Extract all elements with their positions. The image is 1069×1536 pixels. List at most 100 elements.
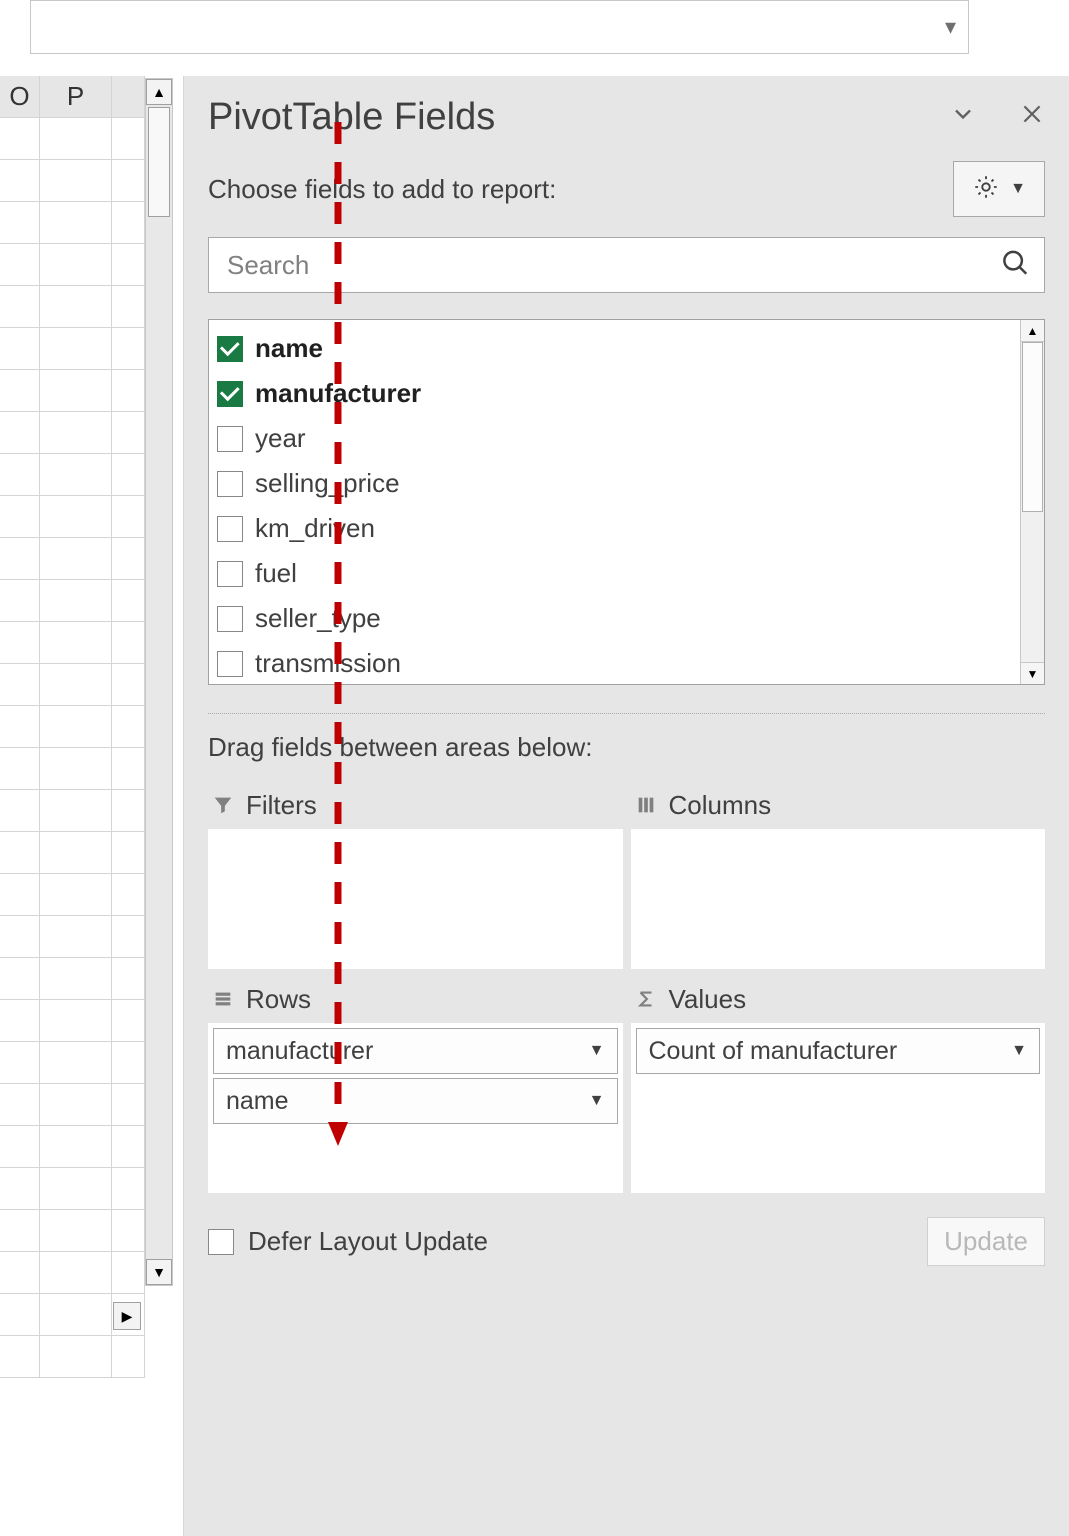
cell[interactable]	[112, 832, 145, 874]
cell[interactable]	[0, 412, 40, 454]
cell[interactable]	[40, 328, 112, 370]
field-item-selling_price[interactable]: selling_price	[217, 461, 1020, 506]
cell[interactable]	[0, 706, 40, 748]
cell[interactable]	[40, 664, 112, 706]
column-header-next[interactable]	[112, 76, 145, 118]
cell[interactable]	[0, 1168, 40, 1210]
sheet-row[interactable]	[0, 1168, 145, 1210]
cell[interactable]	[112, 1210, 145, 1252]
filters-dropzone[interactable]	[208, 829, 623, 969]
search-input[interactable]	[209, 238, 1044, 292]
cell[interactable]	[0, 874, 40, 916]
field-item-name[interactable]: name	[217, 326, 1020, 371]
cell[interactable]	[112, 1000, 145, 1042]
search-box[interactable]	[208, 237, 1045, 293]
field-item-seller_type[interactable]: seller_type	[217, 596, 1020, 641]
cell[interactable]	[0, 1084, 40, 1126]
field-checkbox[interactable]	[217, 516, 243, 542]
field-checkbox[interactable]	[217, 336, 243, 362]
cell[interactable]	[0, 496, 40, 538]
cell[interactable]	[112, 244, 145, 286]
cell[interactable]	[112, 790, 145, 832]
scroll-right-icon[interactable]: ▶	[113, 1302, 141, 1330]
field-list-scrollbar[interactable]: ▲ ▼	[1020, 320, 1044, 684]
cell[interactable]	[40, 370, 112, 412]
cell[interactable]	[40, 1126, 112, 1168]
cell[interactable]	[112, 286, 145, 328]
cell[interactable]	[0, 916, 40, 958]
cell[interactable]	[0, 748, 40, 790]
cell[interactable]	[112, 1168, 145, 1210]
sheet-row[interactable]	[0, 622, 145, 664]
scroll-thumb[interactable]	[148, 107, 170, 217]
sheet-row[interactable]	[0, 244, 145, 286]
scroll-up-icon[interactable]: ▲	[1021, 320, 1044, 342]
cell[interactable]	[112, 370, 145, 412]
values-dropzone[interactable]: Count of manufacturer▼	[631, 1023, 1046, 1193]
cell[interactable]	[40, 202, 112, 244]
cell[interactable]	[112, 538, 145, 580]
cell[interactable]	[40, 1084, 112, 1126]
field-checkbox[interactable]	[217, 606, 243, 632]
scroll-down-icon[interactable]: ▼	[146, 1259, 172, 1285]
cell[interactable]	[40, 1000, 112, 1042]
caret-down-icon[interactable]: ▼	[589, 1092, 605, 1110]
cell[interactable]	[112, 1252, 145, 1294]
cell[interactable]	[0, 1042, 40, 1084]
sheet-row[interactable]	[0, 706, 145, 748]
sheet-row[interactable]	[0, 328, 145, 370]
pane-menu-chevron-icon[interactable]	[949, 100, 977, 135]
field-item-year[interactable]: year	[217, 416, 1020, 461]
cell[interactable]	[112, 160, 145, 202]
sheet-row[interactable]	[0, 538, 145, 580]
sheet-row[interactable]	[0, 412, 145, 454]
field-checkbox[interactable]	[217, 381, 243, 407]
cell[interactable]	[112, 1126, 145, 1168]
cell[interactable]	[40, 916, 112, 958]
cell[interactable]	[40, 1252, 112, 1294]
cell[interactable]	[40, 958, 112, 1000]
column-header-P[interactable]: P	[40, 76, 112, 118]
values-pill[interactable]: Count of manufacturer▼	[636, 1028, 1041, 1074]
columns-dropzone[interactable]	[631, 829, 1046, 969]
tools-menu-button[interactable]: ▼	[953, 161, 1045, 217]
cell[interactable]	[112, 622, 145, 664]
cell[interactable]	[0, 328, 40, 370]
cell[interactable]	[0, 538, 40, 580]
sheet-row[interactable]	[0, 664, 145, 706]
cell[interactable]	[112, 1042, 145, 1084]
cell[interactable]	[0, 580, 40, 622]
cell[interactable]	[40, 874, 112, 916]
cell[interactable]	[40, 454, 112, 496]
sheet-row[interactable]	[0, 832, 145, 874]
cell[interactable]	[0, 1000, 40, 1042]
cell[interactable]	[40, 412, 112, 454]
cell[interactable]	[112, 454, 145, 496]
cell[interactable]	[112, 118, 145, 160]
sheet-row[interactable]	[0, 1000, 145, 1042]
cell[interactable]	[40, 1336, 112, 1378]
sheet-row[interactable]	[0, 958, 145, 1000]
update-button[interactable]: Update	[927, 1217, 1045, 1266]
formula-bar[interactable]: ▾	[30, 0, 969, 54]
pane-close-icon[interactable]	[1019, 101, 1045, 134]
search-icon[interactable]	[1000, 248, 1030, 283]
sheet-row[interactable]	[0, 790, 145, 832]
sheet-row[interactable]	[0, 454, 145, 496]
sheet-row[interactable]	[0, 916, 145, 958]
cell[interactable]	[0, 1126, 40, 1168]
cell[interactable]	[0, 622, 40, 664]
cell[interactable]	[0, 454, 40, 496]
cell[interactable]	[0, 118, 40, 160]
cell[interactable]	[0, 1294, 40, 1336]
field-checkbox[interactable]	[217, 426, 243, 452]
cell[interactable]	[112, 496, 145, 538]
cell[interactable]	[40, 1168, 112, 1210]
rows-area[interactable]: Rows manufacturer▼name▼	[208, 975, 623, 1193]
sheet-row[interactable]	[0, 1252, 145, 1294]
columns-area[interactable]: Columns	[631, 781, 1046, 969]
formula-bar-expand-icon[interactable]: ▾	[945, 14, 956, 40]
cell[interactable]	[40, 1294, 112, 1336]
cell[interactable]	[0, 958, 40, 1000]
cell[interactable]	[112, 328, 145, 370]
